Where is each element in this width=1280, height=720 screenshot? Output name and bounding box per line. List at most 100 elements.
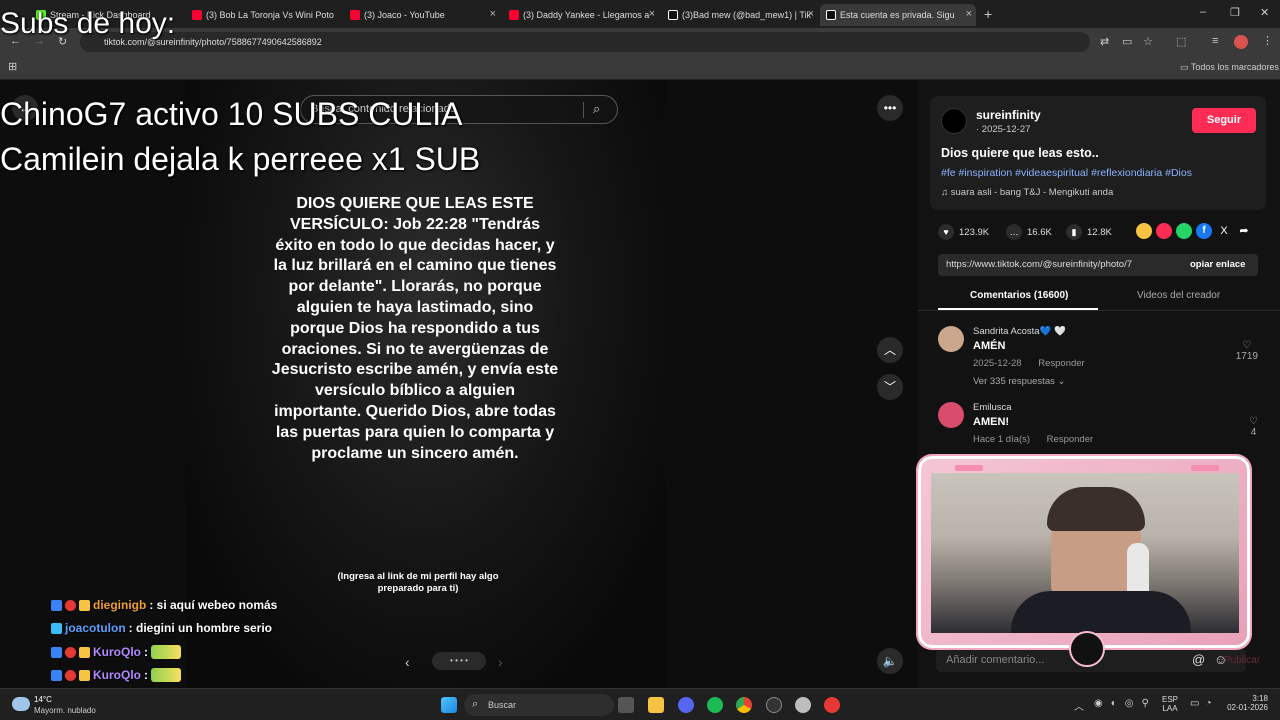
heart-outline-icon[interactable]: ♡ [1236, 340, 1258, 351]
copy-link-button[interactable]: opiar enlace [1190, 259, 1245, 270]
reply-button[interactable]: Responder [1038, 358, 1084, 369]
streaming-app-icon[interactable] [824, 697, 840, 713]
chrome-icon[interactable] [736, 697, 752, 713]
spotify-icon[interactable] [707, 697, 723, 713]
restore-icon[interactable]: ❐ [1230, 6, 1240, 19]
heart-outline-icon[interactable]: ♡ [1249, 416, 1258, 427]
comment-like[interactable]: ♡ 4 [1249, 416, 1258, 438]
comment-icon[interactable]: … [1006, 224, 1022, 240]
reply-button[interactable]: Responder [1047, 434, 1093, 445]
share-friends-icon[interactable] [1156, 223, 1172, 239]
prev-post-button[interactable]: ︿ [877, 337, 903, 363]
clock-date: 02-01-2026 [1227, 703, 1268, 712]
folder-icon: ▭ [1180, 62, 1191, 72]
network-volume-icons[interactable]: ▭◔ [1190, 698, 1218, 709]
share-link[interactable]: https://www.tiktok.com/@sureinfinity/pho… [946, 259, 1132, 270]
all-bookmarks-label: Todos los marcadores [1190, 62, 1279, 72]
bookmark-star-icon[interactable]: ☆ [1143, 35, 1153, 48]
facebook-icon[interactable]: f [1196, 223, 1212, 239]
badge-icon [51, 646, 62, 658]
chat-user: dieginigb [93, 598, 147, 612]
menu-icon[interactable]: ⋮ [1262, 34, 1273, 47]
x-icon[interactable]: X [1216, 223, 1232, 239]
comment-item: Emilusca AMEN! Hace 1 día(s) Responder ♡… [938, 402, 1268, 448]
post-comment-button[interactable]: Publicar [1224, 655, 1260, 666]
tiktok-icon [826, 10, 836, 20]
chat-line: KuroQlo : [51, 668, 181, 682]
tab-comments[interactable]: Comentarios (16600) [970, 290, 1068, 301]
prev-photo-button[interactable]: ‹ [405, 654, 410, 670]
heart-icon[interactable]: ♥ [938, 224, 954, 240]
save-stat[interactable]: ▮ 12.8K [1066, 224, 1112, 240]
file-explorer-icon[interactable] [648, 697, 664, 713]
post-hashtags[interactable]: #fe #inspiration #videaespiritual #refle… [941, 167, 1192, 179]
tray-chevron-icon[interactable]: ︿ [1074, 698, 1084, 713]
app-icon[interactable] [795, 697, 811, 713]
more-options-icon[interactable]: ••• [877, 95, 903, 121]
comment-stat[interactable]: … 16.6K [1006, 224, 1052, 240]
next-photo-button[interactable]: › [498, 654, 503, 670]
task-view-icon[interactable] [618, 697, 634, 713]
badge-icon [65, 599, 76, 611]
comment-author[interactable]: Emilusca [973, 402, 1012, 413]
weather-icon[interactable] [12, 697, 30, 711]
search-icon[interactable]: ⌕ [593, 101, 600, 117]
tab-youtube-1[interactable]: (3) Bob La Toronja Vs Wini Poto [186, 4, 342, 26]
search-divider [583, 102, 584, 118]
share-whatsapp-icon[interactable] [1176, 223, 1192, 239]
mention-icon[interactable]: @ [1192, 652, 1205, 667]
volume-icon[interactable]: 🔈 [877, 648, 903, 674]
clock[interactable]: 3:18 02-01-2026 [1226, 694, 1268, 712]
translate-icon[interactable]: ⇄ [1100, 35, 1109, 48]
url-field[interactable]: tiktok.com/@sureinfinity/photo/758867749… [80, 32, 1090, 52]
comment-author[interactable]: Sandrita Acosta💙 🤍 [973, 326, 1066, 337]
youtube-icon [350, 10, 360, 20]
next-post-button[interactable]: ﹀ [877, 374, 903, 400]
view-replies-button[interactable]: Ver 335 respuestas ⌄ [973, 376, 1065, 387]
channel-logo [1069, 631, 1105, 667]
avatar[interactable] [938, 326, 964, 352]
bookmark-icon[interactable]: ▮ [1066, 224, 1082, 240]
discord-icon[interactable] [678, 697, 694, 713]
new-tab-button[interactable]: + [984, 6, 992, 22]
author-avatar[interactable] [941, 108, 967, 134]
share-embed-icon[interactable] [1136, 223, 1152, 239]
like-stat[interactable]: ♥ 123.9K [938, 224, 989, 240]
tab-tiktok-active[interactable]: Esta cuenta es privada. Sigu × [820, 4, 976, 26]
comment-like[interactable]: ♡ 1719 [1236, 340, 1258, 362]
apps-grid-icon[interactable]: ⊞ [8, 60, 17, 73]
follow-button[interactable]: Seguir [1192, 108, 1256, 133]
avatar[interactable] [938, 402, 964, 428]
save-count: 12.8K [1087, 226, 1112, 238]
minimize-icon[interactable]: – [1200, 6, 1206, 18]
close-tab-icon[interactable]: × [966, 8, 972, 20]
tab-creator-videos[interactable]: Videos del creador [1137, 290, 1220, 301]
view-replies-label: Ver 335 respuestas [973, 376, 1055, 387]
close-tab-icon[interactable]: × [808, 8, 814, 20]
share-arrow-icon[interactable]: ➦ [1236, 223, 1252, 239]
language-indicator[interactable]: ESP LAA [1162, 695, 1178, 713]
author-name[interactable]: sureinfinity [976, 108, 1041, 122]
tab-youtube-3[interactable]: (3) Daddy Yankee - Llegamos a × [503, 4, 659, 26]
windows-start-icon[interactable] [441, 697, 457, 713]
close-window-icon[interactable]: ✕ [1260, 6, 1269, 19]
obs-icon[interactable] [766, 697, 782, 713]
extensions-icon[interactable]: ⬚ [1176, 35, 1186, 48]
media-icon[interactable]: ≡ [1212, 35, 1218, 47]
taskbar: 14°C Mayorm. nublado ⌕ Buscar ︿ ◉◐◎⚲ ESP… [0, 688, 1280, 720]
post-sound[interactable]: ♫ suara asli - bang T&J - Mengikuti anda [941, 187, 1113, 198]
close-tab-icon[interactable]: × [649, 8, 655, 20]
close-tab-icon[interactable]: × [490, 8, 496, 20]
cast-icon[interactable]: ▭ [1122, 35, 1132, 48]
tab-tiktok-1[interactable]: (3)Bad mew (@bad_mew1) | Tik × [662, 4, 818, 26]
sound-label: suara asli - bang T&J - Mengikuti anda [950, 187, 1114, 198]
profile-avatar[interactable] [1234, 35, 1248, 49]
chat-line: dieginigb : si aquí webeo nomás [51, 598, 277, 612]
search-icon: ⌕ [472, 698, 479, 710]
subs-line-1: ChinoG7 activo 10 SUBS CULIA [0, 96, 463, 132]
chat-user: joacotulon [65, 621, 126, 635]
taskbar-search[interactable]: ⌕ Buscar [464, 694, 614, 716]
frame-decoration [1191, 465, 1219, 471]
all-bookmarks[interactable]: ▭ Todos los marcadores [1180, 62, 1279, 73]
tab-youtube-2[interactable]: (3) Joaco - YouTube × [344, 4, 500, 26]
